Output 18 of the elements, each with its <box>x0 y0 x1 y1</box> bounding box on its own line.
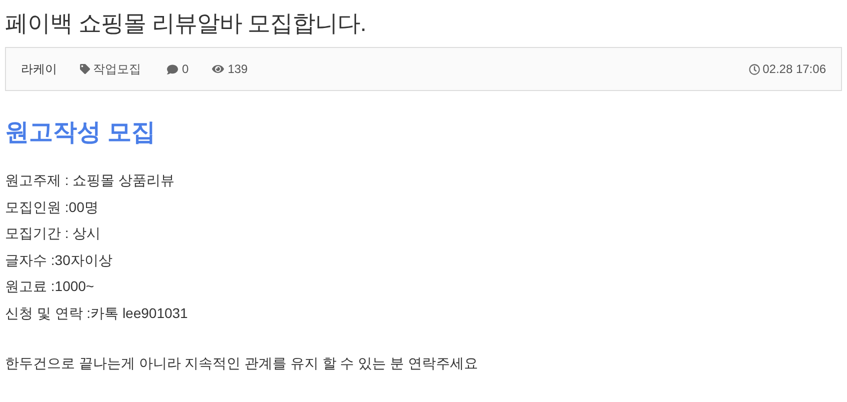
content-line: 글자수 :30자이상 <box>5 250 114 270</box>
comment-count: 0 <box>182 61 189 78</box>
view-count: 139 <box>228 61 248 78</box>
author-name[interactable]: 라케이 <box>21 60 57 78</box>
content-line: 원고료 :1000~ <box>5 277 96 296</box>
clock-icon <box>748 64 760 74</box>
content-line: 모집기간 : 상시 <box>5 224 102 243</box>
comment-icon <box>167 64 178 74</box>
tag-icon <box>80 64 90 74</box>
content-heading: 원고작성 모집 <box>5 118 157 148</box>
post-date: 02.28 17:06 <box>762 61 826 78</box>
content-line: 신청 및 연락 :카톡 lee901031 <box>5 304 189 322</box>
eye-icon <box>212 63 224 75</box>
content-line: 원고주제 : 쇼핑몰 상품리뷰 <box>5 171 176 190</box>
content-line: 모집인원 :00명 <box>5 198 100 216</box>
post-title: 페이백 쇼핑몰 리뷰알바 모집합니다. <box>5 9 368 38</box>
closing-text: 한두건으로 끝나는게 아니라 지속적인 관계를 유지 할 수 있는 분 연락주세요 <box>5 354 479 373</box>
category-link[interactable]: 작업모집 <box>93 60 141 78</box>
